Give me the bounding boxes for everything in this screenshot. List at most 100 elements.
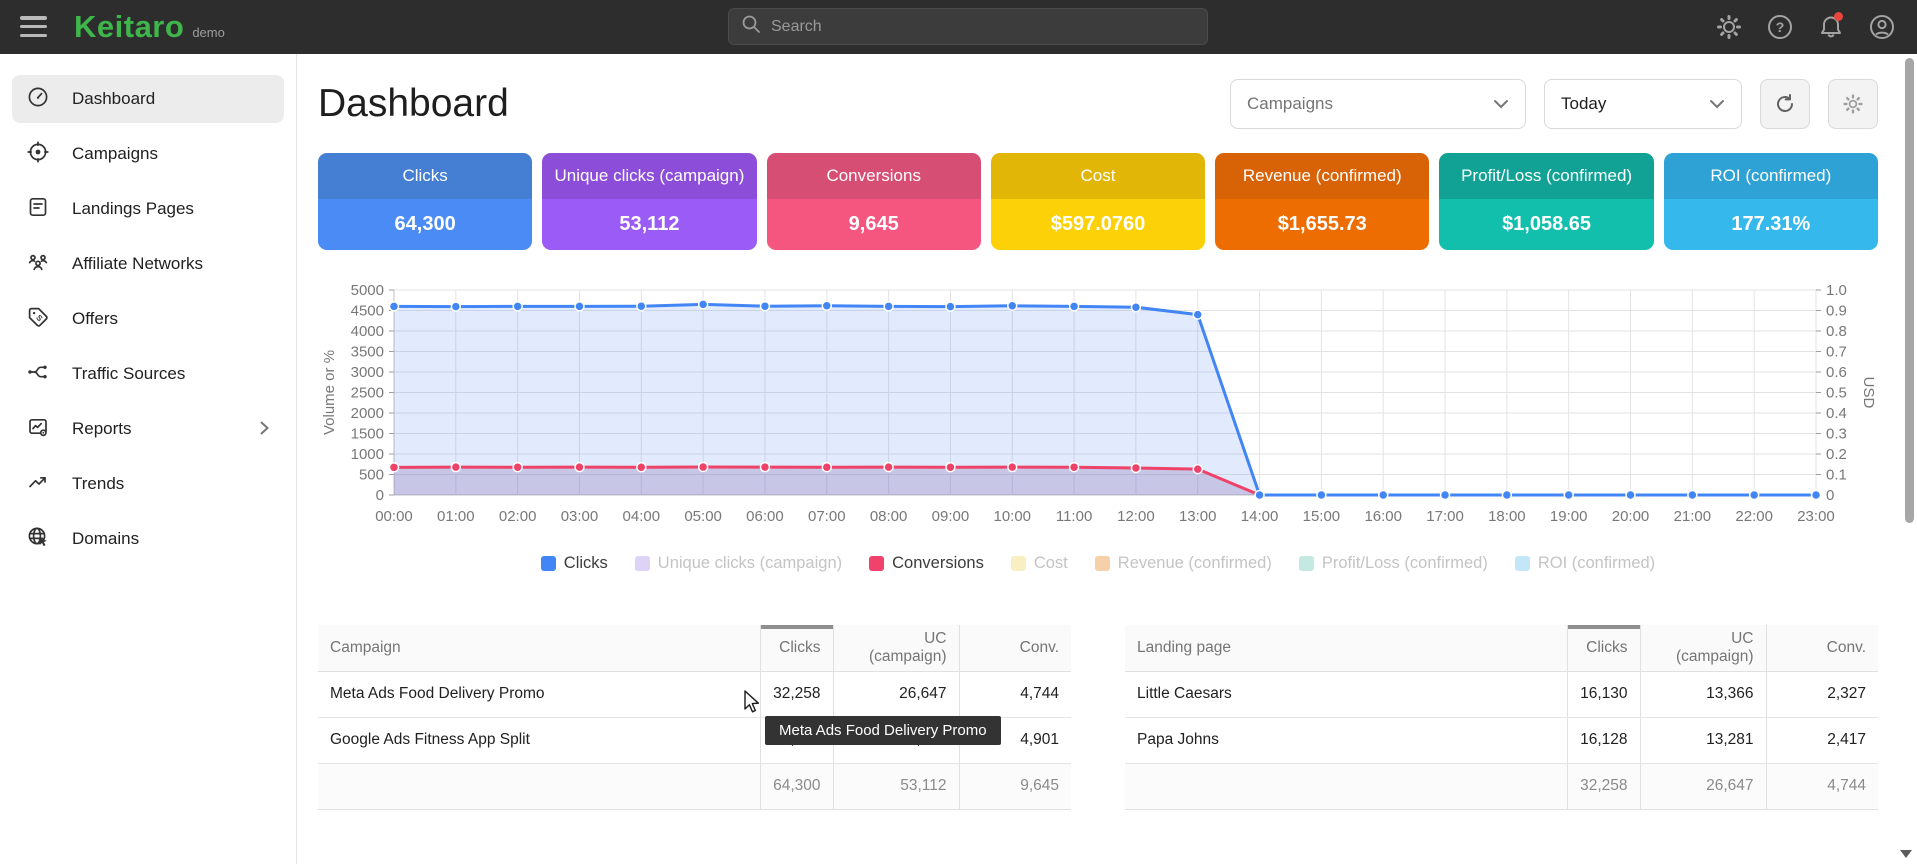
legend-label: Unique clicks (campaign) [658,554,842,573]
notifications-icon[interactable] [1817,13,1845,41]
stat-card-value: 64,300 [318,199,532,250]
stat-card-revenue-confirmed-[interactable]: Revenue (confirmed)$1,655.73 [1215,153,1429,250]
svg-text:0: 0 [1826,487,1834,504]
svg-text:08:00: 08:00 [870,508,908,525]
sidebar-item-affiliate-networks[interactable]: Affiliate Networks [12,240,284,288]
svg-text:10:00: 10:00 [993,508,1031,525]
traffic-chart[interactable]: 5000450040003500300025002000150010005000… [318,280,1878,530]
sidebar-item-campaigns[interactable]: Campaigns [12,130,284,178]
column-header-conv-[interactable]: Conv. [959,625,1071,671]
svg-text:2000: 2000 [351,405,384,422]
legend-item-roi-confirmed-[interactable]: ROI (confirmed) [1515,554,1655,573]
svg-text:500: 500 [359,467,384,484]
search-icon [741,14,761,39]
row-value: 32,258 [761,671,833,717]
legend-label: Clicks [564,554,608,573]
dashboard-settings-button[interactable] [1828,79,1878,129]
stat-card-cost[interactable]: Cost$597.0760 [991,153,1205,250]
sidebar-item-domains[interactable]: Domains [12,515,284,563]
table-row[interactable]: Papa Johns16,12813,2812,417 [1125,717,1878,763]
totals-row: 32,25826,6474,744 [1125,763,1878,809]
brand[interactable]: Keitaro demo [74,9,225,45]
svg-text:0.2: 0.2 [1826,446,1847,463]
sidebar-item-label: Affiliate Networks [72,254,203,274]
chart-legend: Clicks Unique clicks (campaign) Conversion… [318,554,1878,573]
campaign-filter-select[interactable]: Campaigns [1230,79,1526,129]
svg-text:22:00: 22:00 [1735,508,1773,525]
svg-text:09:00: 09:00 [932,508,970,525]
sidebar-item-reports[interactable]: Reports [12,405,284,453]
total-value: 64,300 [761,763,833,809]
stat-card-value: 9,645 [767,199,981,250]
row-name[interactable]: Papa Johns [1125,717,1568,763]
legend-item-profit-loss-confirmed-[interactable]: Profit/Loss (confirmed) [1299,554,1488,573]
svg-text:Volume or %: Volume or % [321,350,338,435]
column-header[interactable]: Landing page [1125,625,1568,671]
sidebar-item-dashboard[interactable]: Dashboard [12,75,284,123]
legend-label: Conversions [892,554,984,573]
stat-card-label: ROI (confirmed) [1664,153,1878,199]
legend-item-conversions[interactable]: Conversions [869,554,984,573]
svg-text:15:00: 15:00 [1303,508,1341,525]
row-name[interactable]: Little Caesars [1125,671,1568,717]
row-name[interactable]: Meta Ads Food Delivery Promo [318,671,761,717]
svg-text:0.5: 0.5 [1826,385,1847,402]
stat-card-label: Clicks [318,153,532,199]
svg-text:0.8: 0.8 [1826,323,1847,340]
date-range-select[interactable]: Today [1544,79,1742,129]
table-row[interactable]: Meta Ads Food Delivery Promo32,25826,647… [318,671,1071,717]
legend-item-unique-clicks-campaign-[interactable]: Unique clicks (campaign) [635,554,842,573]
topbar: Keitaro demo ? [0,0,1917,54]
svg-text:USD: USD [1860,377,1877,409]
sidebar-item-offers[interactable]: SOffers [12,295,284,343]
scrollbar-down-arrow[interactable] [1900,850,1912,858]
column-header-clicks[interactable]: Clicks [1568,625,1640,671]
offers-icon: S [26,305,50,334]
stat-card-profit-loss-confirmed-[interactable]: Profit/Loss (confirmed)$1,058.65 [1439,153,1653,250]
help-icon[interactable]: ? [1766,13,1794,41]
stat-card-clicks[interactable]: Clicks64,300 [318,153,532,250]
row-value: 13,366 [1640,671,1766,717]
svg-text:3500: 3500 [351,344,384,361]
svg-text:04:00: 04:00 [623,508,661,525]
legend-item-cost[interactable]: Cost [1011,554,1068,573]
column-header-clicks[interactable]: Clicks [761,625,833,671]
table-row[interactable]: Little Caesars16,13013,3662,327 [1125,671,1878,717]
menu-icon[interactable] [20,16,47,37]
svg-text:1000: 1000 [351,446,384,463]
legend-item-revenue-confirmed-[interactable]: Revenue (confirmed) [1095,554,1272,573]
search-input[interactable] [771,18,1195,36]
column-header[interactable]: Campaign [318,625,761,671]
svg-text:16:00: 16:00 [1364,508,1402,525]
row-name[interactable]: Google Ads Fitness App Split [318,717,761,763]
legend-swatch [635,556,650,571]
row-value: 13,281 [1640,717,1766,763]
search-box[interactable] [728,8,1208,45]
stat-card-conversions[interactable]: Conversions9,645 [767,153,981,250]
svg-text:?: ? [1776,19,1785,35]
total-value: 32,258 [1568,763,1640,809]
stat-card-unique-clicks-campaign-[interactable]: Unique clicks (campaign)53,112 [542,153,756,250]
page-title: Dashboard [318,82,509,126]
sidebar-item-trends[interactable]: Trends [12,460,284,508]
sidebar-item-traffic-sources[interactable]: Traffic Sources [12,350,284,398]
row-value: 2,417 [1766,717,1878,763]
column-header-conv-[interactable]: Conv. [1766,625,1878,671]
svg-text:5000: 5000 [351,282,384,299]
chevron-right-icon [254,418,274,443]
svg-text:17:00: 17:00 [1426,508,1464,525]
svg-text:0.4: 0.4 [1826,405,1847,422]
settings-icon[interactable] [1715,13,1743,41]
refresh-button[interactable] [1760,79,1810,129]
column-header-uc-campaign-[interactable]: UC (campaign) [1640,625,1766,671]
svg-text:0.1: 0.1 [1826,467,1847,484]
stat-card-roi-confirmed-[interactable]: ROI (confirmed)177.31% [1664,153,1878,250]
sidebar-item-landings-pages[interactable]: Landings Pages [12,185,284,233]
legend-item-clicks[interactable]: Clicks [541,554,608,573]
sidebar-item-label: Trends [72,474,124,494]
account-icon[interactable] [1868,13,1896,41]
column-header-uc-campaign-[interactable]: UC (campaign) [833,625,959,671]
dashboard-icon [26,85,50,114]
svg-text:02:00: 02:00 [499,508,537,525]
vertical-scrollbar-thumb[interactable] [1905,58,1914,523]
